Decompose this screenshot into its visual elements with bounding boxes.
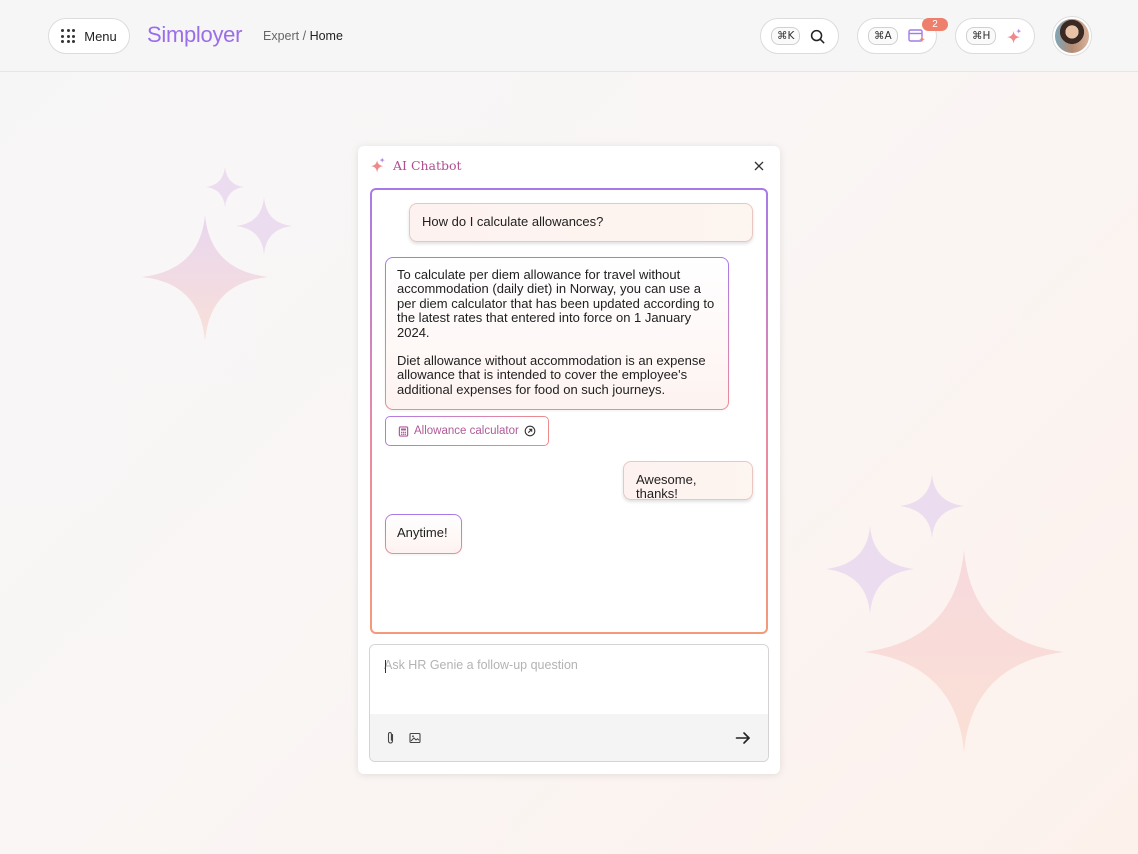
notification-badge: 2 (922, 18, 948, 31)
allowance-calculator-link[interactable]: Allowance calculator (385, 416, 549, 446)
panel-title: AI Chatbot (393, 158, 462, 173)
attachment-icon[interactable] (384, 731, 398, 745)
ai-assistant-button[interactable]: ⌘H (955, 18, 1035, 54)
panel-header: AI Chatbot (370, 157, 462, 174)
image-upload-icon[interactable] (408, 731, 422, 745)
message-composer (369, 644, 769, 762)
top-navigation-bar: Menu Simployer Expert / Home ⌘K ⌘A 2 ⌘H (0, 0, 1138, 72)
breadcrumb-parent[interactable]: Expert (263, 29, 299, 43)
message-text: How do I calculate allowances? (422, 214, 604, 229)
link-chip-label: Allowance calculator (414, 425, 519, 437)
follow-up-question-input[interactable] (370, 645, 768, 714)
ai-shortcut: ⌘H (966, 27, 997, 45)
breadcrumb-separator: / (299, 29, 310, 43)
search-shortcut: ⌘K (771, 27, 801, 45)
text-caret (385, 660, 386, 673)
message-text: Anytime! (397, 525, 448, 540)
search-button[interactable]: ⌘K (760, 18, 839, 54)
sparkle-icon (370, 157, 385, 173)
breadcrumb-current: Home (309, 29, 343, 43)
ai-chatbot-panel: AI Chatbot How do I calculate allowances… (358, 146, 780, 774)
user-avatar[interactable] (1053, 17, 1091, 55)
close-icon[interactable] (752, 159, 766, 173)
search-icon (811, 29, 825, 43)
sparkle-decoration-left (142, 167, 292, 341)
calendar-sparkle-icon (907, 29, 925, 43)
external-link-icon (524, 425, 536, 437)
user-message: Awesome, thanks! (623, 461, 753, 502)
menu-label: Menu (84, 28, 117, 44)
assist-shortcut: ⌘A (868, 27, 898, 45)
sparkle-decoration-right (826, 474, 1064, 752)
composer-toolbar (370, 714, 768, 761)
menu-button[interactable]: Menu (48, 18, 130, 54)
breadcrumb: Expert / Home (263, 29, 343, 43)
message-text: Awesome, thanks! (636, 472, 697, 502)
user-message: How do I calculate allowances? (409, 203, 753, 242)
sparkle-icon (1007, 27, 1022, 44)
conversation-area[interactable]: How do I calculate allowances? To calcul… (370, 188, 768, 634)
calculator-icon (398, 425, 409, 437)
brand-logo[interactable]: Simployer (147, 22, 242, 48)
bot-message: To calculate per diem allowance for trav… (385, 257, 729, 410)
message-paragraph: Diet allowance without accommodation is … (397, 353, 706, 397)
grid-icon (61, 29, 76, 43)
message-paragraph: To calculate per diem allowance for trav… (397, 267, 715, 340)
bot-message: Anytime! (385, 514, 462, 554)
send-arrow-icon[interactable] (734, 729, 752, 747)
